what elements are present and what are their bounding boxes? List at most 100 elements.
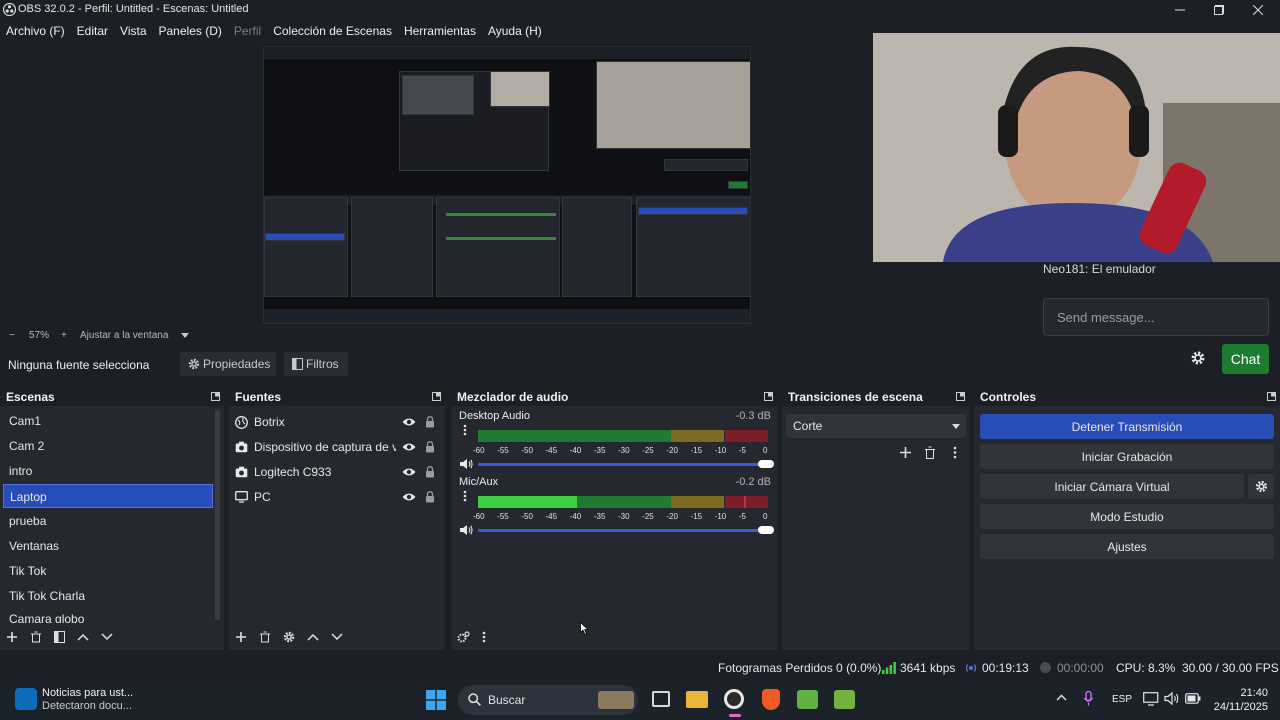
brave-browser-icon[interactable] <box>762 689 780 710</box>
taskbar-clock[interactable]: 21:40 <box>1214 687 1268 699</box>
remove-source-trash-icon[interactable] <box>259 631 271 643</box>
speaker-volume-icon[interactable] <box>459 524 473 536</box>
menu-item-1[interactable]: Editar <box>77 24 108 38</box>
news-widget-title[interactable]: Noticias para ust... <box>42 687 133 699</box>
lock-icon[interactable] <box>425 416 435 428</box>
transition-select[interactable]: Corte <box>786 414 966 438</box>
task-view-icon[interactable] <box>652 691 670 707</box>
chevron-down-icon[interactable] <box>181 333 189 338</box>
windows-start-icon[interactable] <box>426 690 446 710</box>
maximize-button[interactable] <box>1199 0 1239 20</box>
outlook-news-icon[interactable] <box>15 688 37 710</box>
filters-button[interactable]: Filtros <box>284 352 348 376</box>
channel-menu-dots-icon[interactable] <box>463 490 467 502</box>
scene-item[interactable]: intro <box>3 459 213 483</box>
virtual-camera-settings-gear-icon[interactable] <box>1248 474 1274 499</box>
source-item[interactable]: Dispositivo de captura de video <box>235 435 434 459</box>
minimize-button[interactable] <box>1160 0 1200 20</box>
speaker-volume-icon[interactable] <box>459 458 473 470</box>
undock-icon[interactable] <box>956 392 965 401</box>
audio-mixer-dock: Mezclador de audio Desktop Audio -0.3 dB -… <box>451 388 777 650</box>
scene-item[interactable]: Tik Tok Charla <box>3 584 213 608</box>
menu-item-2[interactable]: Vista <box>120 24 146 38</box>
dropped-frames: Fotogramas Perdidos 0 (0.0%) <box>718 661 882 675</box>
undock-icon[interactable] <box>764 392 773 401</box>
scene-item[interactable]: Cam 2 <box>3 434 213 458</box>
transition-menu-dots-icon[interactable] <box>953 446 957 459</box>
start-virtual-camera-button[interactable]: Iniciar Cámara Virtual <box>980 474 1244 499</box>
menu-item-3[interactable]: Paneles (D) <box>159 24 222 38</box>
menu-item-0[interactable]: Archivo (F) <box>6 24 65 38</box>
scene-item[interactable]: prueba <box>3 509 213 533</box>
fit-to-window-dropdown[interactable]: Ajustar a la ventana <box>80 330 168 341</box>
menu-item-5[interactable]: Colección de Escenas <box>273 24 392 38</box>
scene-filters-icon[interactable] <box>54 631 65 643</box>
lock-icon[interactable] <box>425 466 435 478</box>
scene-item[interactable]: Camara globo <box>3 609 213 623</box>
scene-item[interactable]: Ventanas <box>3 534 213 558</box>
source-item[interactable]: Logitech C933 <box>235 460 434 484</box>
stop-streaming-button[interactable]: Detener Transmisión <box>980 414 1274 439</box>
zoom-out-button[interactable]: − <box>9 330 15 341</box>
menu-item-6[interactable]: Herramientas <box>404 24 476 38</box>
visibility-eye-icon[interactable] <box>402 492 416 502</box>
zoom-in-button[interactable]: + <box>61 330 67 341</box>
move-down-chevron-icon[interactable] <box>331 633 343 641</box>
mixer-settings-gear-icon[interactable] <box>457 630 470 644</box>
file-explorer-icon[interactable] <box>686 691 708 708</box>
microphone-icon[interactable] <box>1084 691 1093 706</box>
status-bar: Fotogramas Perdidos 0 (0.0%) 3641 kbps 0… <box>0 656 1280 680</box>
volume-slider[interactable] <box>478 460 774 468</box>
chat-settings-gear-icon[interactable] <box>1190 350 1206 366</box>
source-properties-gear-icon[interactable] <box>283 631 295 643</box>
network-icon[interactable] <box>1143 692 1159 706</box>
visibility-eye-icon[interactable] <box>402 467 416 477</box>
visibility-eye-icon[interactable] <box>402 417 416 427</box>
add-source-icon[interactable] <box>235 631 247 643</box>
source-item[interactable]: Botrix <box>235 410 434 434</box>
volume-slider-knob[interactable] <box>758 526 774 534</box>
volume-slider-knob[interactable] <box>758 460 774 468</box>
taskbar-date[interactable]: 24/11/2025 <box>1200 701 1268 713</box>
channel-menu-dots-icon[interactable] <box>463 424 467 436</box>
volume-icon[interactable] <box>1164 692 1179 705</box>
show-hidden-icons-chevron-icon[interactable] <box>1056 694 1067 701</box>
news-widget-subtitle[interactable]: Detectaron docu... <box>42 700 132 712</box>
battery-icon[interactable] <box>1185 693 1201 704</box>
obs-taskbar-icon[interactable] <box>724 689 744 709</box>
studio-mode-button[interactable]: Modo Estudio <box>980 504 1274 529</box>
menu-item-7[interactable]: Ayuda (H) <box>488 24 542 38</box>
taskbar-search-box[interactable]: Buscar <box>458 685 638 715</box>
scene-item[interactable]: Tik Tok <box>3 559 213 583</box>
undock-icon[interactable] <box>1267 392 1276 401</box>
input-language[interactable]: ESP <box>1112 694 1132 705</box>
source-item[interactable]: PC <box>235 485 434 509</box>
volume-slider[interactable] <box>478 526 774 534</box>
scenes-scrollbar[interactable] <box>215 410 220 620</box>
remove-transition-trash-icon[interactable] <box>924 446 936 459</box>
lock-icon[interactable] <box>425 491 435 503</box>
scene-item[interactable]: Laptop <box>3 484 213 508</box>
preview-canvas[interactable] <box>263 46 751 324</box>
bluestacks-multi-icon[interactable] <box>834 690 855 709</box>
close-button[interactable] <box>1238 0 1278 20</box>
settings-button[interactable]: Ajustes <box>980 534 1274 559</box>
properties-button[interactable]: Propiedades <box>180 352 276 376</box>
remove-scene-trash-icon[interactable] <box>30 631 42 643</box>
move-down-chevron-icon[interactable] <box>101 633 113 641</box>
start-recording-button[interactable]: Iniciar Grabación <box>980 444 1274 469</box>
visibility-eye-icon[interactable] <box>402 442 416 452</box>
move-up-chevron-icon[interactable] <box>307 633 319 641</box>
mixer-menu-dots-icon[interactable] <box>482 631 486 643</box>
add-scene-icon[interactable] <box>6 631 18 643</box>
undock-icon[interactable] <box>211 392 220 401</box>
undock-icon[interactable] <box>432 392 441 401</box>
chat-send-button[interactable]: Chat <box>1222 344 1269 374</box>
add-transition-icon[interactable] <box>899 446 912 459</box>
fps: 30.00 / 30.00 FPS <box>1182 661 1279 675</box>
lock-icon[interactable] <box>425 441 435 453</box>
chat-message-input[interactable]: Send message... <box>1043 298 1269 336</box>
scene-item[interactable]: Cam1 <box>3 409 213 433</box>
move-up-chevron-icon[interactable] <box>77 633 89 641</box>
bluestacks-icon[interactable] <box>797 690 818 709</box>
